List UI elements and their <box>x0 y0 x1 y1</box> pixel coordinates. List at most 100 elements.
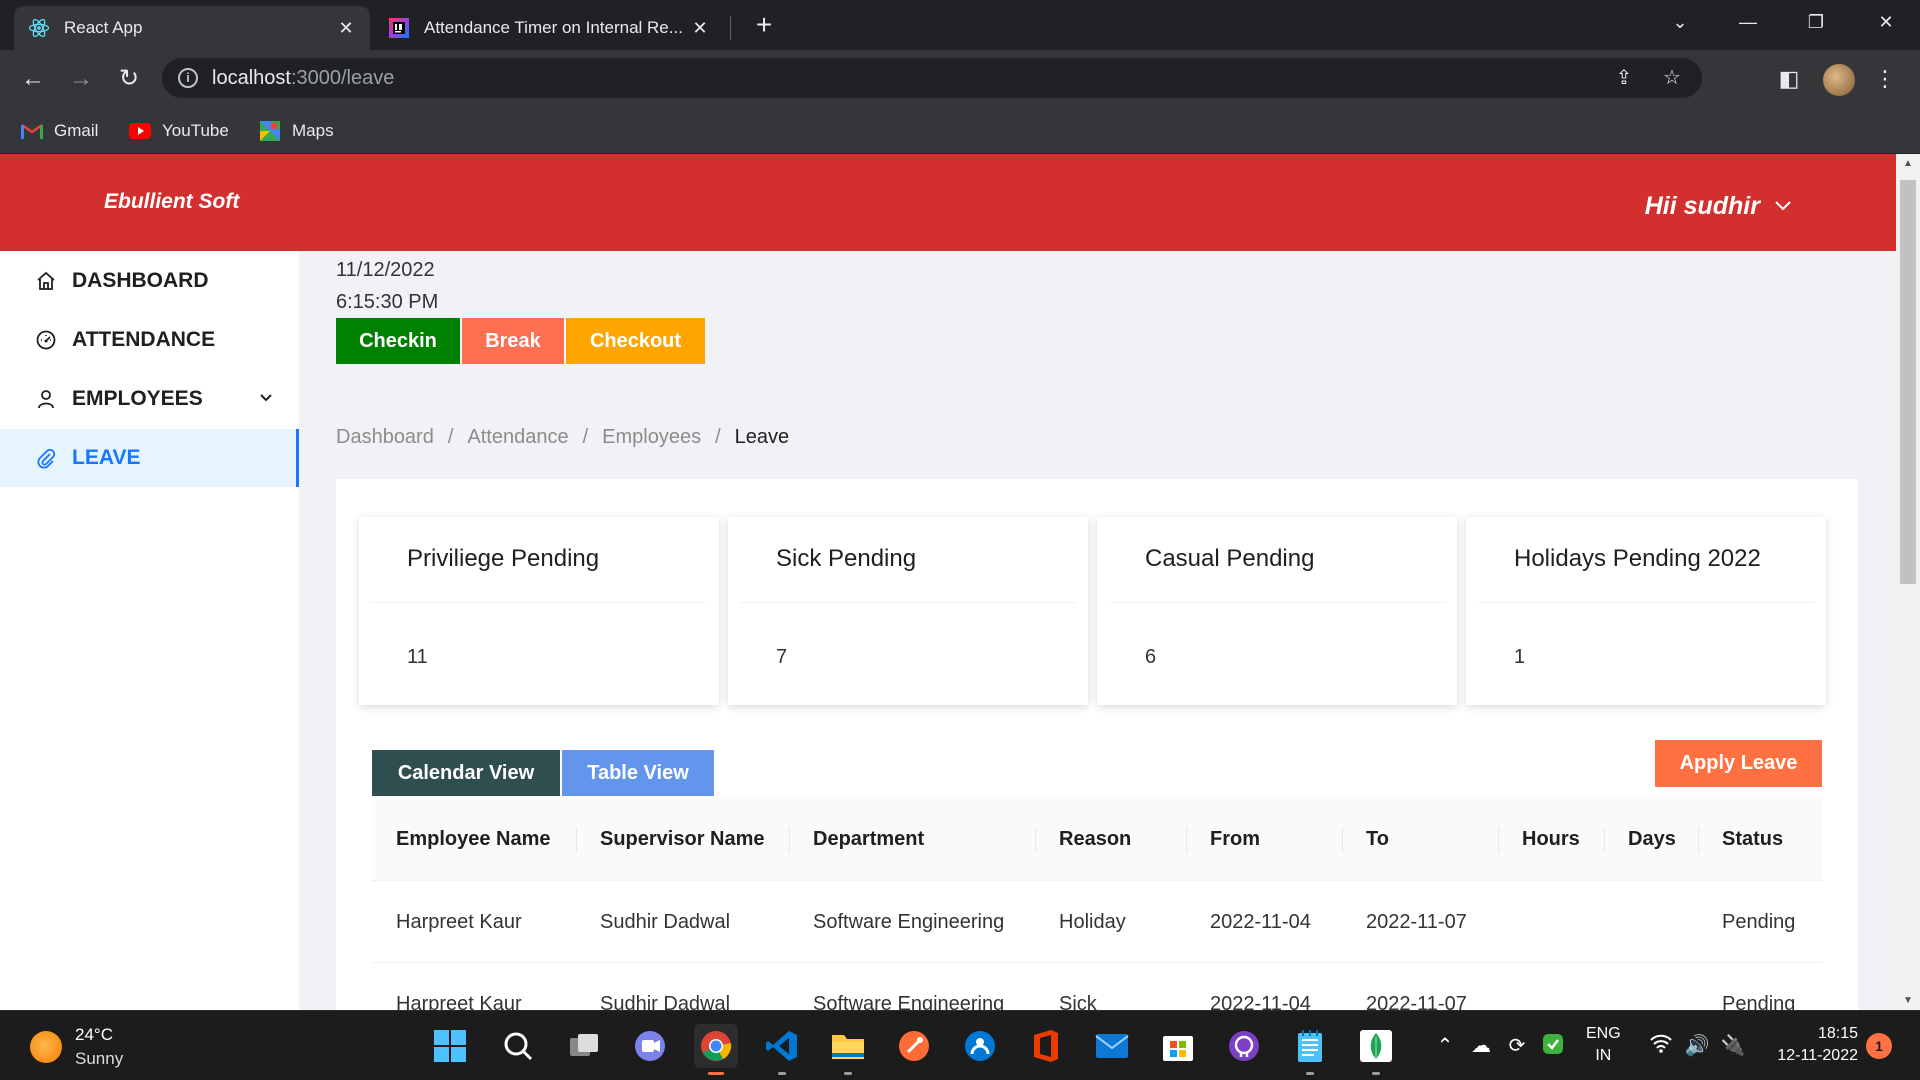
info-icon[interactable]: i <box>178 68 198 88</box>
reload-icon[interactable]: ↻ <box>112 62 146 96</box>
weather-temperature[interactable]: 24°C <box>75 1025 113 1045</box>
cell-department: Software Engineering <box>813 992 1005 1011</box>
notification-badge[interactable]: 1 <box>1866 1033 1892 1059</box>
browser-toolbar: ← → ↻ i localhost:3000/leave ☆ ⇪ ◧ ⋮ <box>0 50 1920 106</box>
scroll-down-icon[interactable]: ▼ <box>1902 995 1914 1006</box>
card-divider <box>1109 602 1445 603</box>
notepad-icon[interactable] <box>1288 1024 1332 1075</box>
language-indicator[interactable]: ENG IN <box>1586 1023 1621 1067</box>
microsoft-store-icon[interactable] <box>1156 1024 1200 1068</box>
intellij-icon <box>388 17 410 39</box>
chevron-down-icon[interactable] <box>259 390 273 408</box>
cell-supervisor-name: Sudhir Dadwal <box>600 910 731 933</box>
forward-arrow-icon[interactable]: → <box>64 62 98 96</box>
column-status: Status <box>1698 797 1783 881</box>
calendar-view-button[interactable]: Calendar View <box>372 750 560 796</box>
onedrive-cloud-icon[interactable]: ☁ <box>1466 1033 1496 1058</box>
card-divider <box>740 602 1076 603</box>
card-divider <box>1478 602 1814 603</box>
azure-data-studio-icon[interactable] <box>958 1024 1002 1068</box>
battery-charging-icon[interactable]: 🔌 <box>1718 1033 1748 1058</box>
breadcrumb-employees[interactable]: Employees <box>602 426 701 449</box>
cell-to: 2022-11-07 <box>1366 910 1467 933</box>
mail-icon[interactable] <box>1090 1024 1134 1068</box>
gmail-icon <box>20 121 44 141</box>
chevron-down-icon <box>1774 196 1792 217</box>
tab-attendance-timer[interactable]: Attendance Timer on Internal Re... ✕ <box>374 6 724 50</box>
share-icon[interactable]: ⇪ <box>1612 66 1636 90</box>
bookmark-youtube[interactable]: YouTube <box>128 118 229 144</box>
task-view-icon[interactable] <box>562 1024 606 1068</box>
tab-strip: React App ✕ Attendance Timer on Internal… <box>0 0 1920 50</box>
chrome-icon[interactable] <box>694 1024 738 1075</box>
sidebar-item-employees[interactable]: EMPLOYEES <box>0 370 299 428</box>
sidebar-item-dashboard[interactable]: DASHBOARD <box>0 252 299 310</box>
teams-chat-icon[interactable] <box>628 1024 672 1068</box>
weather-condition[interactable]: Sunny <box>75 1049 123 1069</box>
page-scrollbar[interactable]: ▲ ▼ <box>1896 154 1920 1010</box>
address-bar[interactable]: i localhost:3000/leave ☆ ⇪ <box>162 58 1702 98</box>
dashboard-gauge-icon <box>34 328 58 352</box>
close-window-icon[interactable]: ✕ <box>1866 6 1906 38</box>
system-clock[interactable]: 18:15 12-11-2022 <box>1768 1023 1858 1067</box>
card-title: Priviliege Pending <box>407 545 600 572</box>
security-check-icon[interactable] <box>1538 1033 1568 1061</box>
column-hours: Hours <box>1498 797 1580 881</box>
user-menu[interactable]: Hii sudhir <box>1645 192 1792 221</box>
checkout-button[interactable]: Checkout <box>566 318 705 364</box>
bookmark-gmail[interactable]: Gmail <box>20 118 98 144</box>
scroll-up-icon[interactable]: ▲ <box>1902 158 1914 169</box>
cell-to: 2022-11-07 <box>1366 992 1467 1011</box>
cell-reason: Holiday <box>1059 910 1126 933</box>
file-explorer-icon[interactable] <box>826 1024 870 1075</box>
bookmark-star-icon[interactable]: ☆ <box>1660 66 1684 90</box>
table-row[interactable]: Harpreet Kaur Sudhir Dadwal Software Eng… <box>372 963 1822 1011</box>
tab-search-chevron-icon[interactable]: ⌄ <box>1660 6 1700 38</box>
mongodb-compass-icon[interactable] <box>1354 1024 1398 1075</box>
card-casual-pending: Casual Pending 6 <box>1097 517 1457 705</box>
column-employee-name: Employee Name <box>396 827 551 850</box>
back-arrow-icon[interactable]: ← <box>16 62 50 96</box>
office-icon[interactable] <box>1024 1024 1068 1068</box>
checkin-button[interactable]: Checkin <box>336 318 460 364</box>
close-tab-icon[interactable]: ✕ <box>336 18 356 39</box>
search-icon[interactable] <box>496 1024 540 1068</box>
url-text[interactable]: localhost:3000/leave <box>212 67 394 90</box>
break-button[interactable]: Break <box>462 318 564 364</box>
card-value: 11 <box>407 646 428 668</box>
restore-icon[interactable]: ❐ <box>1796 6 1836 38</box>
paperclip-icon <box>34 446 58 470</box>
show-hidden-icons-chevron-icon[interactable]: ⌃ <box>1430 1033 1460 1058</box>
close-tab-icon[interactable]: ✕ <box>690 18 710 39</box>
minimize-icon[interactable]: — <box>1728 6 1768 38</box>
sidebar-item-leave[interactable]: LEAVE <box>0 429 299 487</box>
table-view-button[interactable]: Table View <box>562 750 714 796</box>
cell-employee-name: Harpreet Kaur <box>396 910 522 933</box>
start-menu-icon[interactable] <box>428 1024 472 1068</box>
tab-react-app[interactable]: React App ✕ <box>14 6 370 50</box>
sidebar-item-attendance[interactable]: ATTENDANCE <box>0 311 299 369</box>
table-row[interactable]: Harpreet Kaur Sudhir Dadwal Software Eng… <box>372 881 1822 963</box>
youtube-icon <box>128 121 152 141</box>
bookmark-maps[interactable]: Maps <box>258 118 334 144</box>
scrollbar-thumb[interactable] <box>1900 180 1916 584</box>
new-tab-button[interactable]: + <box>748 10 780 42</box>
sun-weather-icon[interactable] <box>30 1031 62 1063</box>
windows-taskbar: 24°C Sunny ⌃ ☁ ⟳ ENG IN 🔊 🔌 18:15 12-11-… <box>0 1010 1920 1080</box>
breadcrumb-attendance[interactable]: Attendance <box>467 426 568 449</box>
apply-leave-button[interactable]: Apply Leave <box>1655 740 1822 787</box>
brand-logo-text[interactable]: Ebullient Soft <box>104 190 239 214</box>
volume-icon[interactable]: 🔊 <box>1682 1033 1712 1058</box>
github-desktop-icon[interactable] <box>1222 1024 1266 1068</box>
breadcrumb-dashboard[interactable]: Dashboard <box>336 426 434 449</box>
vscode-icon[interactable] <box>760 1024 804 1075</box>
cell-from: 2022-11-04 <box>1210 910 1311 933</box>
profile-avatar[interactable] <box>1823 64 1855 96</box>
card-privilege-pending: Priviliege Pending 11 <box>359 517 719 705</box>
side-panel-icon[interactable]: ◧ <box>1772 62 1806 96</box>
wifi-icon[interactable] <box>1646 1033 1676 1059</box>
postman-icon[interactable] <box>892 1024 936 1068</box>
sync-icon[interactable]: ⟳ <box>1502 1033 1532 1058</box>
tab-title: React App <box>64 18 143 37</box>
more-menu-icon[interactable]: ⋮ <box>1868 62 1902 96</box>
